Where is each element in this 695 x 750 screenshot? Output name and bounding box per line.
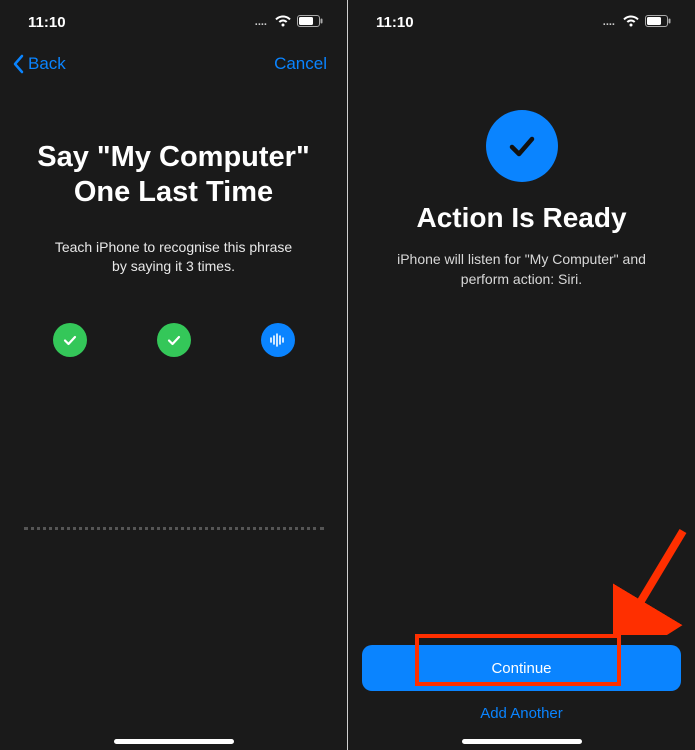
wifi-icon (623, 14, 639, 31)
ready-sub-line-1: iPhone will listen for "My Computer" and (397, 250, 646, 270)
cancel-button[interactable]: Cancel (274, 54, 335, 74)
cellular-dots-icon: .... (603, 16, 615, 28)
home-indicator[interactable] (114, 739, 234, 744)
status-bar: 11:10 .... (348, 0, 695, 44)
bottom-actions: Continue Add Another (362, 645, 681, 722)
title-line-2: One Last Time (37, 175, 309, 210)
waveform-track (24, 527, 324, 530)
status-time: 11:10 (28, 14, 66, 31)
subtitle: Teach iPhone to recognise this phrase by… (55, 238, 292, 277)
ready-sub-line-2: perform action: Siri. (397, 270, 646, 290)
title-line-1: Say "My Computer" (37, 140, 309, 175)
sub-line-2: by saying it 3 times. (55, 257, 292, 277)
status-time: 11:10 (376, 14, 414, 31)
continue-button[interactable]: Continue (362, 645, 681, 691)
screen-action-ready: 11:10 .... Action Is Ready iPhone will l… (348, 0, 695, 750)
back-label: Back (28, 54, 66, 74)
nav-bar: Back Cancel (0, 44, 347, 84)
chevron-left-icon (12, 54, 24, 74)
screen-teach-phrase: 11:10 .... Back Cancel Say "My Computer"… (0, 0, 347, 750)
check-icon (157, 323, 191, 357)
ready-subtitle: iPhone will listen for "My Computer" and… (389, 250, 654, 289)
title-block: Say "My Computer" One Last Time (37, 140, 309, 210)
home-indicator[interactable] (462, 739, 582, 744)
wifi-icon (275, 14, 291, 31)
status-right: .... (603, 14, 671, 31)
check-icon (53, 323, 87, 357)
progress-indicators (53, 323, 295, 357)
battery-icon (297, 14, 323, 31)
waveform-icon (261, 323, 295, 357)
battery-icon (645, 14, 671, 31)
status-right: .... (255, 14, 323, 31)
back-button[interactable]: Back (12, 54, 66, 74)
ready-title: Action Is Ready (416, 202, 626, 234)
sub-line-1: Teach iPhone to recognise this phrase (55, 238, 292, 258)
status-bar: 11:10 .... (0, 0, 347, 44)
cellular-dots-icon: .... (255, 16, 267, 28)
add-another-button[interactable]: Add Another (480, 705, 563, 722)
main-content: Say "My Computer" One Last Time Teach iP… (0, 84, 347, 750)
success-check-icon (486, 110, 558, 182)
